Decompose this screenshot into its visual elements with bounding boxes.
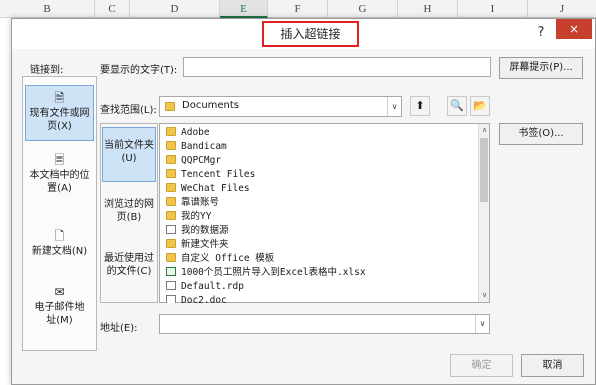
nav-current-folder[interactable]: 当前文件夹(U) [102,127,156,182]
scrollbar-thumb[interactable] [480,138,488,202]
look-in-select[interactable]: Documents ∨ [159,96,402,117]
column-header-i[interactable]: I [458,0,528,18]
file-list-scrollbar[interactable]: ∧ ∨ [478,124,489,302]
look-in-nav: 当前文件夹(U) 浏览过的网页(B) 最近使用过的文件(C) [100,123,158,303]
address-input[interactable]: ∨ [159,314,490,334]
chevron-down-icon: ∨ [475,315,489,333]
list-item[interactable]: 我的数据源 [166,224,229,237]
link-to-label: 链接到: [30,65,64,76]
list-item[interactable]: Default.rdp [166,280,244,293]
file-name: 靠谱账号 [181,197,220,208]
column-header-g[interactable]: G [328,0,398,18]
column-header-f[interactable]: F [268,0,328,18]
file-name: 我的数据源 [181,225,229,236]
column-header-e[interactable]: E [220,0,268,18]
list-item[interactable]: 靠谱账号 [166,196,219,209]
up-folder-icon[interactable]: ⬆ [410,96,430,116]
file-name: Tencent Files [181,169,256,180]
folder-icon [166,197,176,206]
list-item[interactable]: 我的YY [166,210,211,223]
word-file-icon [166,295,176,303]
folder-icon [166,169,176,178]
file-name: 自定义 Office 模板 [181,253,275,264]
nav-recent-files[interactable]: 最近使用过的文件(C) [102,248,156,292]
folder-icon [166,253,176,262]
data-source-icon [166,225,176,234]
screentip-button[interactable]: 屏幕提示(P)... [499,57,583,79]
insert-hyperlink-dialog: 插入超链接 ? × 链接到: 🗎 现有文件或网页(X) 🗏 本文档中的位置(A)… [11,18,596,385]
file-name: Doc2.doc [181,295,227,303]
link-to-panel: 🗎 现有文件或网页(X) 🗏 本文档中的位置(A) 🗋 新建文档(N) ✉ 电子… [22,76,97,351]
column-header-c[interactable]: C [95,0,130,18]
file-name: Bandicam [181,141,227,152]
look-in-label: 查找范围(L): [100,105,157,116]
column-header-b[interactable]: B [0,0,95,18]
folder-icon [166,127,176,136]
file-name: 1000个员工照片导入到Excel表格中.xlsx [181,267,366,278]
file-name: Adobe [181,127,210,138]
close-button[interactable]: × [556,19,592,39]
new-document-icon: 🗋 [54,229,65,243]
dialog-titlebar: 插入超链接 ? × [12,19,595,49]
link-to-place-in-document[interactable]: 🗏 本文档中的位置(A) [25,153,94,201]
link-to-existing-file-label: 现有文件或网页(X) [29,108,90,132]
link-to-email-label: 电子邮件地址(M) [34,302,85,326]
list-item[interactable]: Bandicam [166,140,227,153]
file-name: Default.rdp [181,281,244,292]
display-text-label: 要显示的文字(T): [100,65,178,76]
document-location-icon: 🗏 [54,153,65,167]
file-list: Adobe Bandicam QQPCMgr Tencent Files WeC… [159,123,490,303]
browse-file-icon[interactable]: 📂 [470,96,490,116]
link-to-place-label: 本文档中的位置(A) [29,170,90,194]
folder-icon [166,211,176,220]
help-button[interactable]: ? [533,24,549,42]
list-item[interactable]: QQPCMgr [166,154,221,167]
column-header-d[interactable]: D [130,0,220,18]
folder-icon [165,102,175,111]
scroll-down-icon[interactable]: ∨ [479,290,490,301]
folder-icon [166,141,176,150]
chevron-down-icon: ∨ [387,97,401,116]
file-name: QQPCMgr [181,155,222,166]
column-header-bar: B C D E F G H I J [0,0,596,18]
link-to-existing-file[interactable]: 🗎 现有文件或网页(X) [25,85,94,141]
list-item[interactable]: Tencent Files [166,168,255,181]
bookmark-button[interactable]: 书签(O)... [499,123,583,145]
list-item[interactable]: 新建文件夹 [166,238,229,251]
list-item[interactable]: Doc2.doc [166,294,227,303]
scroll-up-icon[interactable]: ∧ [479,125,490,136]
column-header-h[interactable]: H [398,0,458,18]
address-label: 地址(E): [100,323,138,334]
look-in-value: Documents [182,100,240,111]
link-to-new-document[interactable]: 🗋 新建文档(N) [25,229,94,269]
folder-icon [166,183,176,192]
cancel-button[interactable]: 取消 [521,354,584,377]
folder-icon [166,239,176,248]
file-name: WeChat Files [181,183,250,194]
nav-browsed-pages[interactable]: 浏览过的网页(B) [102,194,156,234]
folder-icon [166,155,176,164]
list-item[interactable]: 1000个员工照片导入到Excel表格中.xlsx [166,266,366,279]
ok-button[interactable]: 确定 [450,354,513,377]
browse-web-icon[interactable]: 🔍 [447,96,467,116]
globe-page-icon: 🗎 [54,91,65,105]
file-name: 新建文件夹 [181,239,229,250]
email-icon: ✉ [54,285,65,299]
display-text-input[interactable] [183,57,491,77]
excel-file-icon [166,267,176,276]
dialog-title: 插入超链接 [262,21,359,47]
list-item[interactable]: WeChat Files [166,182,250,195]
link-to-new-document-label: 新建文档(N) [31,246,88,257]
rdp-file-icon [166,281,176,290]
link-to-email-address[interactable]: ✉ 电子邮件地址(M) [25,285,94,337]
file-name: 我的YY [181,211,212,222]
list-item[interactable]: 自定义 Office 模板 [166,252,274,265]
list-item[interactable]: Adobe [166,126,210,139]
column-header-j[interactable]: J [528,0,596,18]
